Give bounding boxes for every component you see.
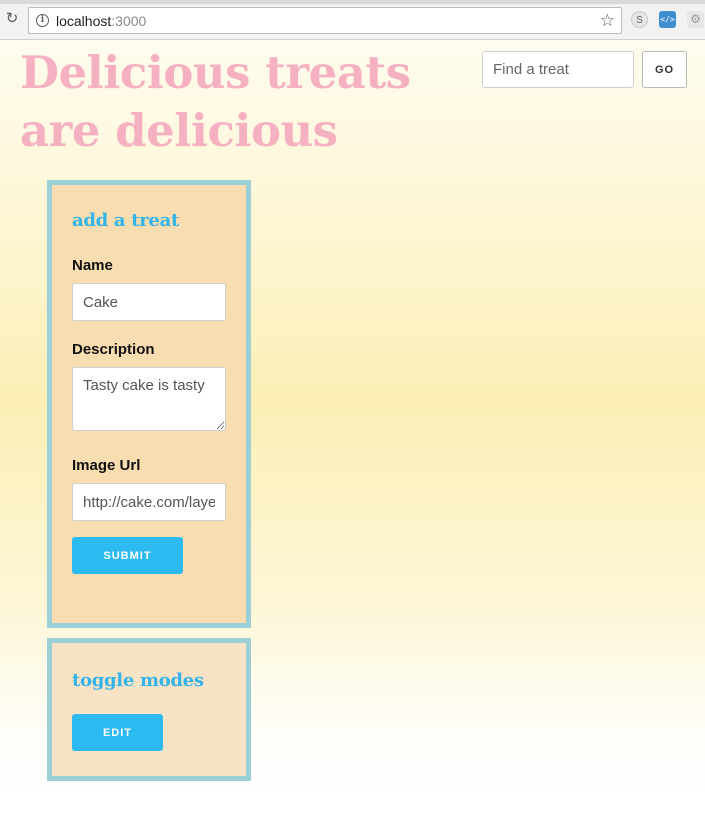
url-text[interactable]: localhost:3000: [56, 13, 146, 29]
search-input[interactable]: [482, 51, 634, 88]
info-icon[interactable]: i: [36, 14, 49, 27]
name-label: Name: [72, 257, 113, 274]
toggle-modes-panel: toggle modes EDIT: [47, 638, 251, 781]
toggle-modes-heading: toggle modes: [72, 670, 204, 691]
extension-s-icon[interactable]: S: [631, 11, 648, 28]
address-bar[interactable]: i localhost:3000 ☆: [28, 7, 622, 34]
url-port: :3000: [111, 13, 147, 29]
description-field[interactable]: Tasty cake is tasty: [72, 367, 226, 431]
tab-strip: [0, 0, 705, 4]
page-title: Delicious treats are delicious: [20, 46, 411, 157]
image-url-label: Image Url: [72, 457, 141, 474]
url-host: localhost: [56, 13, 112, 29]
reload-icon[interactable]: ↻: [4, 11, 20, 27]
add-treat-heading: add a treat: [72, 210, 179, 231]
edit-button[interactable]: EDIT: [72, 714, 163, 751]
name-field[interactable]: [72, 283, 226, 321]
image-url-field[interactable]: [72, 483, 226, 521]
browser-toolbar: ↻ i localhost:3000 ☆ S </> ⚙: [0, 0, 705, 40]
submit-button[interactable]: SUBMIT: [72, 537, 183, 574]
extension-code-icon[interactable]: </>: [659, 11, 676, 28]
bookmark-star-icon[interactable]: ☆: [600, 11, 615, 30]
description-label: Description: [72, 341, 155, 358]
add-treat-panel: add a treat Name Description Tasty cake …: [47, 180, 251, 628]
go-button[interactable]: GO: [642, 51, 687, 88]
extension-gear-icon[interactable]: ⚙: [687, 11, 704, 28]
